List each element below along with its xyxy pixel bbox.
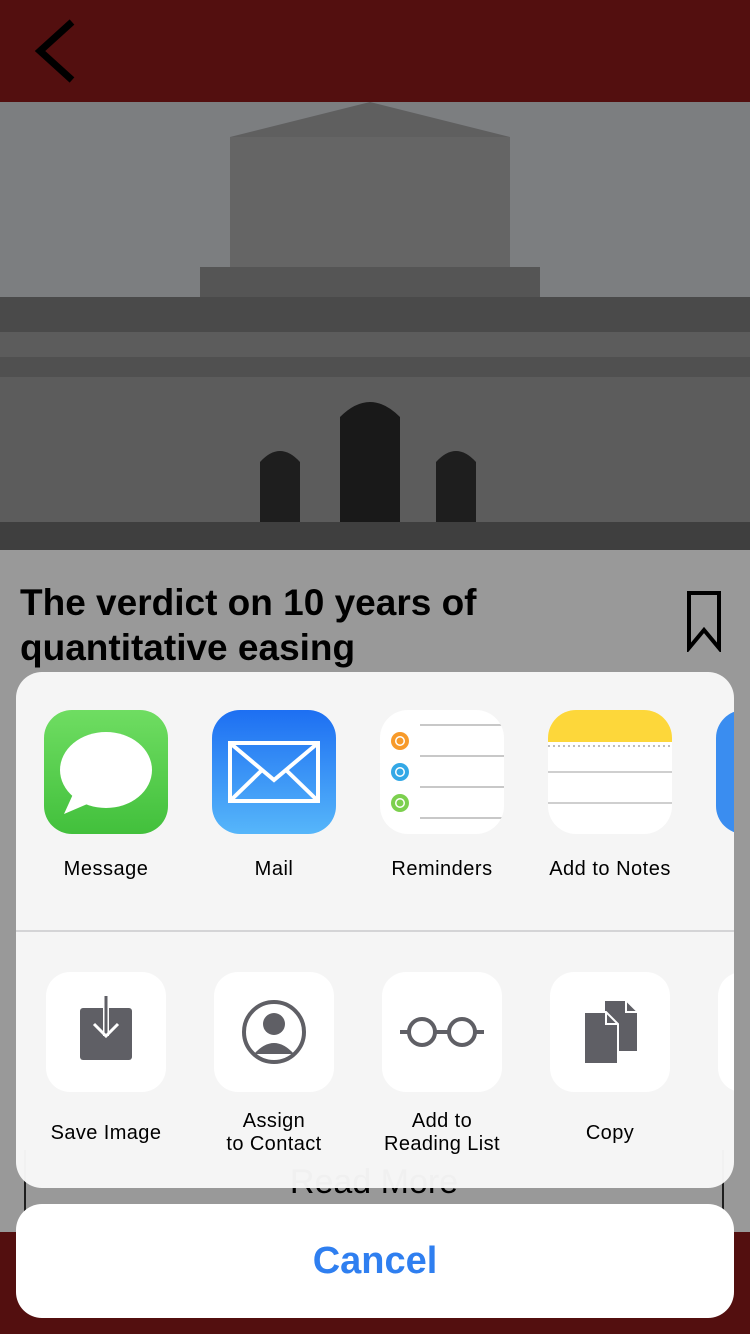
- action-partial[interactable]: [688, 932, 734, 1188]
- share-app-message[interactable]: Message: [16, 672, 184, 930]
- share-actions-row[interactable]: Save Image Assign to Contact Add to Read…: [16, 930, 734, 1188]
- share-app-reminders[interactable]: Reminders: [352, 672, 520, 930]
- messages-app-icon: [44, 710, 168, 834]
- action-label-line: Reading List: [384, 1133, 500, 1155]
- share-app-partial[interactable]: [688, 672, 734, 930]
- action-save-image[interactable]: Save Image: [16, 932, 184, 1188]
- reading-list-icon: [382, 972, 502, 1092]
- action-label: Add to Reading List: [352, 1110, 532, 1156]
- action-copy[interactable]: Copy: [520, 932, 688, 1188]
- contact-icon: [214, 972, 334, 1092]
- copy-icon: [550, 972, 670, 1092]
- share-app-mail[interactable]: Mail: [184, 672, 352, 930]
- share-sheet: Message Mail Reminders Add to Notes Save…: [16, 672, 734, 1188]
- reminders-app-icon: [380, 710, 504, 834]
- cancel-button[interactable]: Cancel: [16, 1204, 734, 1318]
- action-label: Copy: [585, 1122, 635, 1144]
- mail-app-icon: [212, 710, 336, 834]
- action-icon-partial: [718, 972, 734, 1092]
- notes-app-icon: [548, 710, 672, 834]
- share-apps-row[interactable]: Message Mail Reminders Add to Notes: [16, 672, 734, 930]
- action-label: Save Image: [50, 1122, 162, 1144]
- action-add-to-reading-list[interactable]: Add to Reading List: [352, 932, 520, 1188]
- action-label-line: to Contact: [226, 1133, 322, 1155]
- save-image-icon: [46, 972, 166, 1092]
- share-app-label: Add to Notes: [549, 858, 671, 880]
- action-label: Assign to Contact: [184, 1110, 364, 1156]
- action-label-line: Assign: [242, 1110, 306, 1132]
- action-label-line: Add to: [411, 1110, 473, 1132]
- app-icon-partial: [716, 710, 734, 834]
- share-app-label: Message: [63, 858, 149, 880]
- share-app-label: Mail: [254, 858, 294, 880]
- share-app-label: Reminders: [391, 858, 493, 880]
- cancel-label: Cancel: [312, 1240, 438, 1282]
- share-app-notes[interactable]: Add to Notes: [520, 672, 688, 930]
- action-assign-to-contact[interactable]: Assign to Contact: [184, 932, 352, 1188]
